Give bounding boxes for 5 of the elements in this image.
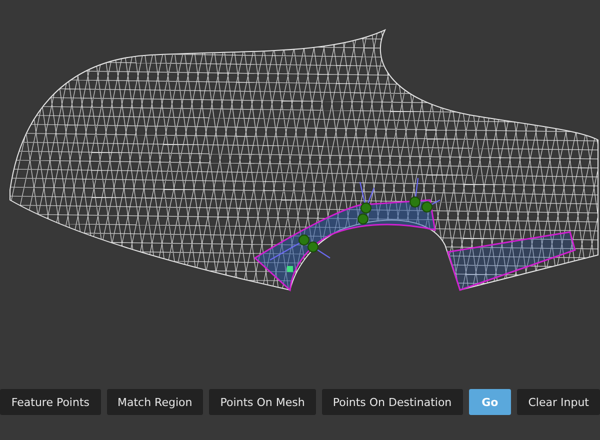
- toolbar-button[interactable]: Feature Points: [0, 389, 100, 415]
- toolbar-button[interactable]: Match Region: [106, 389, 204, 415]
- toolbar-button[interactable]: Points On Mesh: [209, 389, 316, 415]
- toolbar-button[interactable]: Points On Destination: [322, 389, 463, 415]
- toolbar-button[interactable]: Clear Input: [517, 389, 600, 415]
